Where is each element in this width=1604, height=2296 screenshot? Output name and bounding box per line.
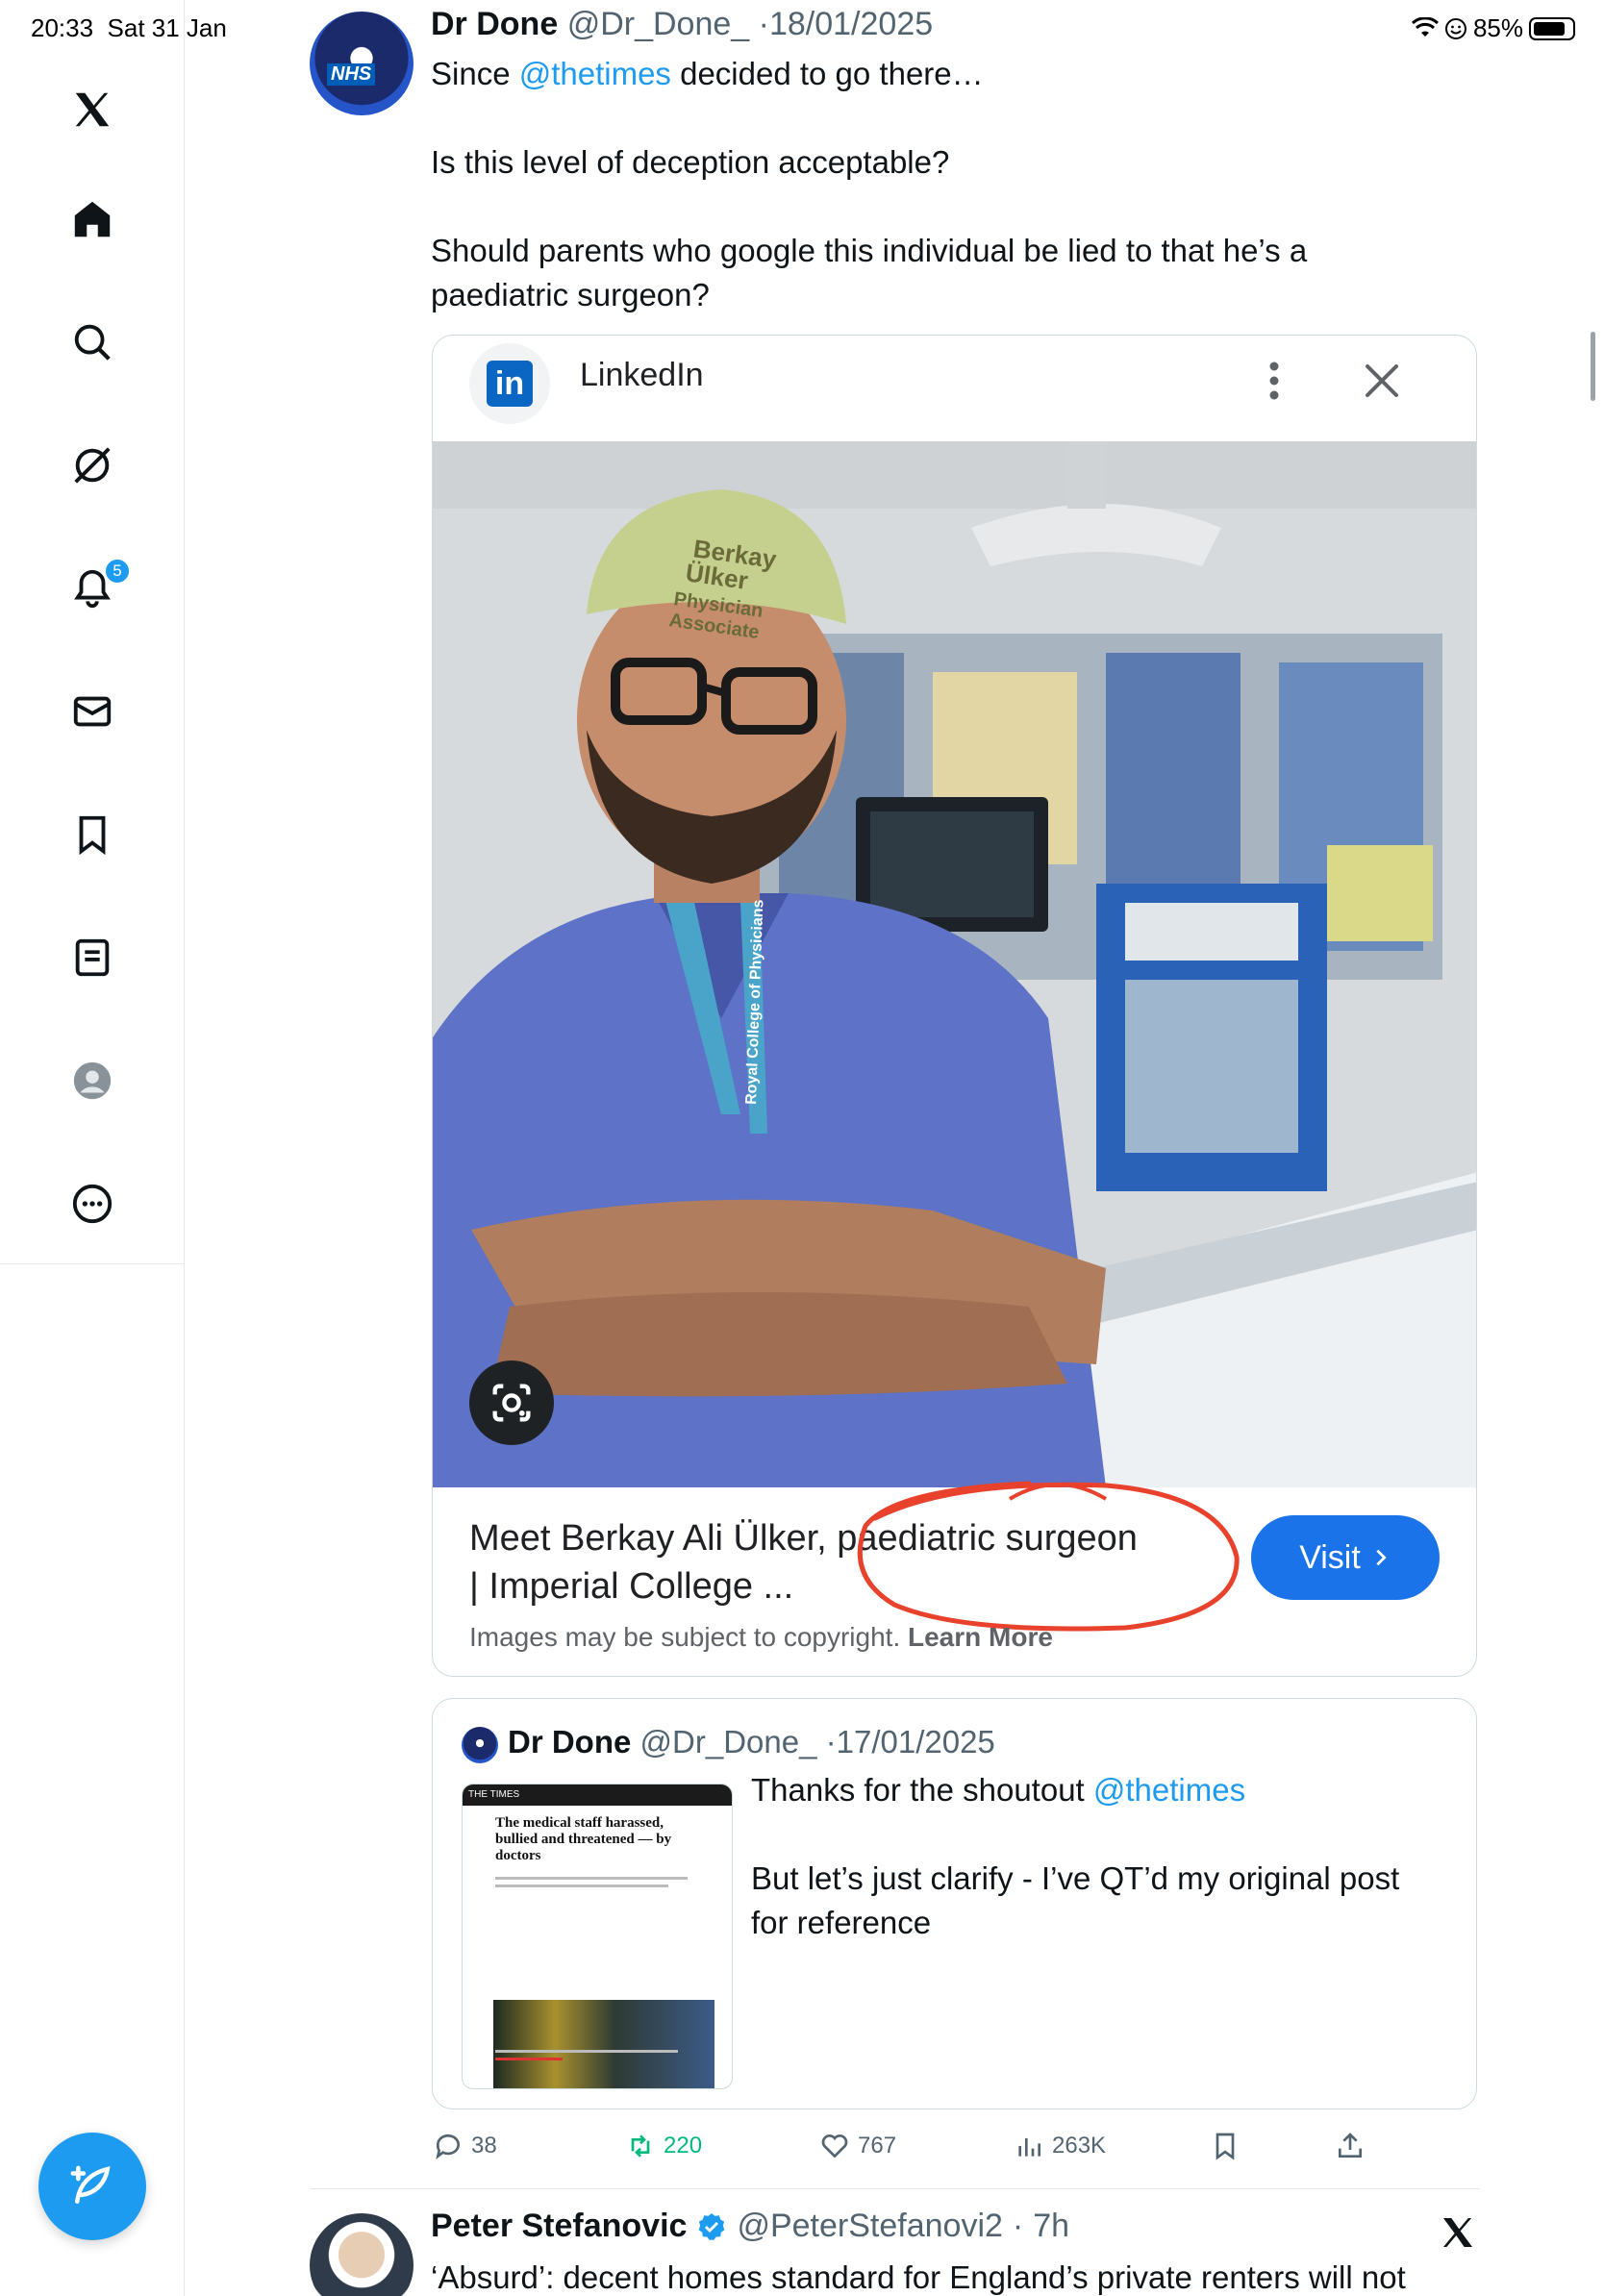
scrollbar[interactable] <box>1591 332 1595 401</box>
quoted-header: Dr Done @Dr_Done_ ·17/01/2025 <box>508 1724 995 1760</box>
wifi-icon <box>1411 16 1439 37</box>
close-icon[interactable] <box>1358 357 1406 405</box>
battery-percent: 85% <box>1472 13 1523 42</box>
dot-separator: · <box>1012 2208 1024 2244</box>
notifications-badge: 5 <box>104 558 131 585</box>
tweet-body: Since @thetimes decided to go there… Is … <box>431 52 1450 317</box>
more-icon[interactable] <box>63 1175 121 1233</box>
learn-more-link[interactable]: Learn More <box>908 1622 1053 1652</box>
newspaper-headline: The medical staff harassed, bullied and … <box>495 1815 672 1863</box>
next-author-handle[interactable]: @PeterStefanovi2 <box>737 2208 1002 2245</box>
tweet-date[interactable]: 18/01/2025 <box>769 6 933 42</box>
reply-button[interactable]: 38 <box>433 2131 497 2161</box>
next-tweet-header: Peter Stefanovic @PeterStefanovi2 · 7h <box>431 2208 1069 2245</box>
quoted-image[interactable]: THE TIMES The medical staff harassed, bu… <box>462 1784 733 2089</box>
tweet-line: paediatric surgeon? <box>431 277 710 312</box>
bookmarks-icon[interactable] <box>63 806 121 863</box>
x-logo-icon <box>1443 2218 1472 2247</box>
quoted-tweet[interactable]: Dr Done @Dr_Done_ ·17/01/2025 THE TIMES … <box>432 1698 1477 2109</box>
quoted-avatar[interactable] <box>462 1727 498 1763</box>
tweet-header: Dr Done @Dr_Done_ ·18/01/2025 <box>431 6 933 43</box>
profile-icon[interactable] <box>63 1052 121 1110</box>
next-author-avatar[interactable] <box>310 2213 414 2296</box>
quoted-body: Thanks for the shoutout @thetimes But le… <box>751 1772 1400 1940</box>
grok-icon[interactable] <box>63 437 121 494</box>
next-author-name[interactable]: Peter Stefanovic <box>431 2208 687 2245</box>
quoted-author-name[interactable]: Dr Done <box>508 1724 631 1759</box>
repost-button[interactable]: 220 <box>625 2131 702 2161</box>
avatar-nhs-label: NHS <box>327 63 376 86</box>
repost-icon <box>631 2134 650 2158</box>
next-tweet-time[interactable]: 7h <box>1033 2208 1069 2245</box>
face-icon <box>1444 17 1466 39</box>
newspaper-photo <box>493 2000 714 2088</box>
lens-search-button[interactable] <box>469 1360 554 1445</box>
mention-link[interactable]: @thetimes <box>1093 1772 1245 1808</box>
view-count: 263K <box>1052 2133 1107 2159</box>
repost-count: 220 <box>664 2133 703 2159</box>
next-tweet-body: ‘Absurd’: decent homes standard for Engl… <box>431 2259 1406 2295</box>
compose-icon <box>70 2165 111 2204</box>
compose-button[interactable] <box>38 2133 146 2240</box>
author-handle[interactable]: @Dr_Done_ <box>567 6 750 42</box>
battery-icon <box>1529 16 1575 40</box>
search-icon[interactable] <box>63 313 121 371</box>
views-icon <box>1018 2138 1040 2157</box>
media-card[interactable]: in LinkedIn Berkay Ülker Physician Assoc… <box>432 335 1477 1677</box>
dot-separator: · <box>825 1724 837 1759</box>
tweet-divider <box>310 2188 1479 2189</box>
copyright-notice: Images may be subject to copyright. Lear… <box>469 1622 1053 1652</box>
share-button[interactable] <box>1335 2131 1366 2161</box>
heart-icon <box>821 2134 848 2159</box>
messages-icon[interactable] <box>63 683 121 740</box>
photo-illustration: Berkay Ülker Physician Associate Royal C… <box>433 441 1476 1487</box>
tweet-line: Since @thetimes decided to go there… <box>431 56 984 91</box>
mention-link[interactable]: @thetimes <box>519 56 671 91</box>
sidebar-divider <box>0 1263 185 1264</box>
tweet-line: Should parents who google this individua… <box>431 233 1308 268</box>
bookmark-icon <box>1216 2133 1235 2160</box>
bookmark-button[interactable] <box>1210 2131 1241 2161</box>
reply-count: 38 <box>471 2133 497 2159</box>
home-icon[interactable] <box>63 190 121 248</box>
status-indicators: 85% <box>1411 13 1575 43</box>
profile-photo[interactable]: Berkay Ülker Physician Associate Royal C… <box>433 441 1476 1487</box>
dot-separator: · <box>758 6 769 42</box>
source-name: LinkedIn <box>580 357 704 393</box>
sidebar: 5 <box>0 0 185 2296</box>
views-button[interactable]: 263K <box>1014 2131 1106 2161</box>
kebab-menu-icon[interactable] <box>1260 357 1289 405</box>
chevron-right-icon <box>1376 1549 1387 1566</box>
author-name[interactable]: Dr Done <box>431 6 558 42</box>
quoted-date[interactable]: 17/01/2025 <box>837 1724 995 1759</box>
x-logo-icon[interactable] <box>63 81 121 138</box>
like-count: 767 <box>858 2133 897 2159</box>
card-header: in LinkedIn <box>433 336 1476 441</box>
newspaper-masthead: THE TIMES <box>463 1784 732 1806</box>
red-circle-annotation <box>857 1481 1240 1632</box>
author-avatar[interactable]: NHS <box>310 12 414 115</box>
linkedin-logo-icon: in <box>469 343 550 424</box>
share-icon <box>1339 2133 1362 2158</box>
lens-camera-icon <box>492 1384 531 1422</box>
reply-icon <box>436 2134 460 2159</box>
verified-badge-icon <box>699 2212 725 2240</box>
lists-icon[interactable] <box>63 929 121 986</box>
like-button[interactable]: 767 <box>819 2131 896 2161</box>
tweet-line: Is this level of deception acceptable? <box>431 144 950 180</box>
quoted-author-handle[interactable]: @Dr_Done_ <box>640 1724 817 1759</box>
visit-button[interactable]: Visit <box>1251 1515 1440 1600</box>
